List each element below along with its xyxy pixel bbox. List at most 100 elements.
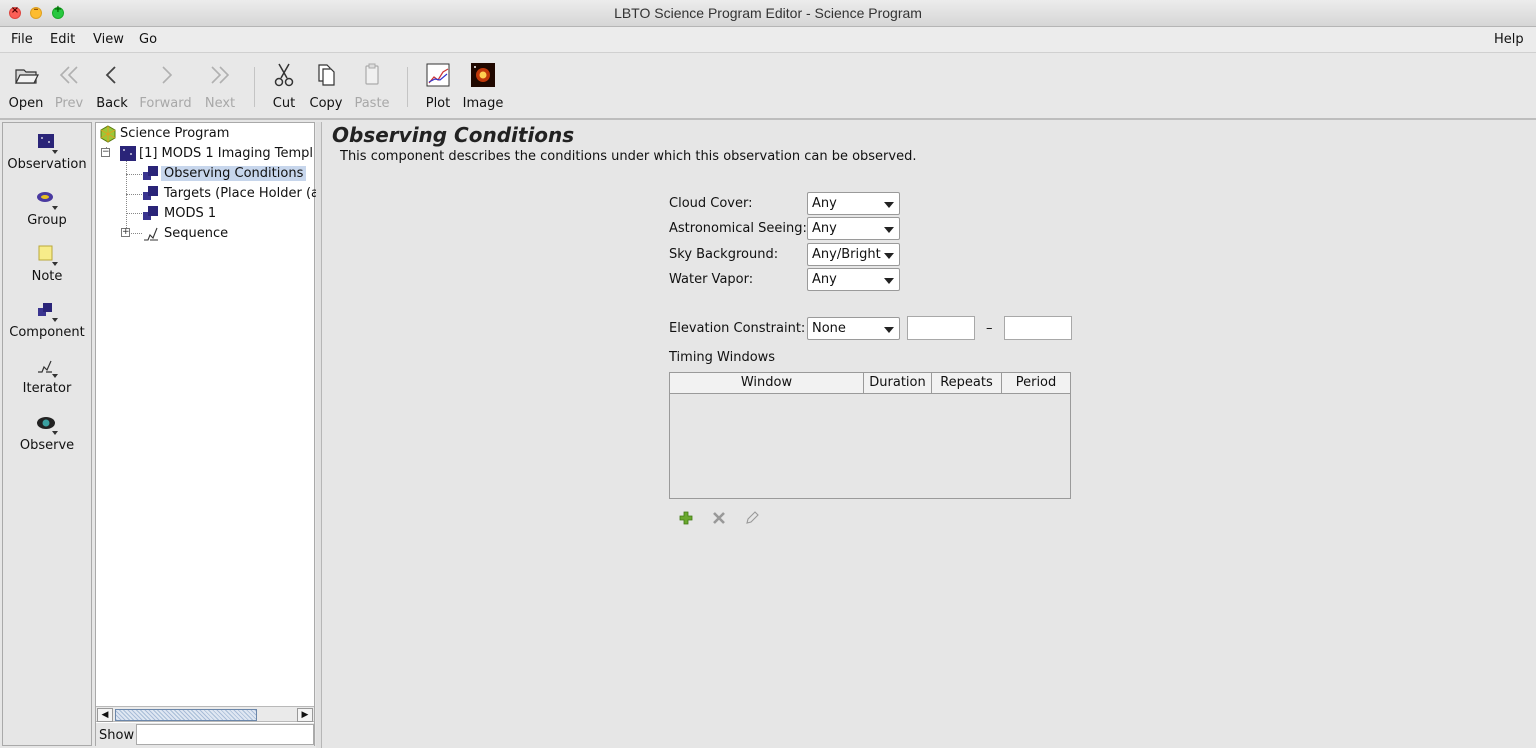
show-label: Show	[99, 728, 135, 743]
dropdown-arrow-icon	[884, 202, 894, 208]
add-plus-icon[interactable]	[678, 510, 694, 526]
dropdown-arrow-icon	[884, 327, 894, 333]
menu-go[interactable]: Go	[139, 32, 157, 47]
column-header-repeats[interactable]: Repeats	[932, 373, 1002, 394]
seeing-select[interactable]: Any	[807, 217, 900, 240]
cloud-cover-select[interactable]: Any	[807, 192, 900, 215]
iterator-label: Iterator	[22, 381, 72, 396]
note-label: Note	[31, 269, 63, 284]
folder-open-icon	[15, 69, 39, 84]
copy-label: Copy	[309, 96, 343, 111]
toolbar-separator	[254, 67, 255, 107]
chevron-right-icon	[161, 66, 172, 84]
plot-chart-icon	[426, 63, 450, 87]
image-button[interactable]: Image	[462, 61, 504, 111]
group-label: Group	[27, 213, 67, 228]
menu-view[interactable]: View	[93, 32, 124, 47]
observation-icon	[120, 146, 136, 161]
toolbar: Open Prev Back Forward Next Cut Copy Pas…	[0, 53, 1536, 120]
column-header-period[interactable]: Period	[1002, 373, 1070, 394]
tree-line	[126, 160, 127, 234]
show-filter-bar: Show	[96, 723, 314, 746]
palette-iterator[interactable]: Iterator	[3, 356, 91, 396]
scroll-right-arrow-icon[interactable]: ▶	[297, 708, 313, 722]
component-palette: Observation Group Note Component Iterato…	[2, 122, 92, 746]
elevation-constraint-label: Elevation Constraint:	[669, 321, 806, 336]
tree-node-observing-conditions[interactable]: Observing Conditions	[142, 165, 312, 183]
tree-label-sequence: Sequence	[164, 226, 229, 241]
back-button[interactable]: Back	[95, 61, 129, 111]
tree-node-sequence[interactable]: Sequence	[142, 225, 312, 243]
observe-label: Observe	[19, 438, 75, 453]
tree-label-targets: Targets (Place Holder (a	[164, 186, 319, 201]
elevation-constraint-value: None	[812, 321, 846, 336]
copy-button[interactable]: Copy	[308, 61, 344, 111]
palette-note[interactable]: Note	[3, 244, 91, 284]
science-program-icon	[100, 125, 116, 143]
open-label: Open	[8, 96, 44, 111]
tree-line	[126, 213, 142, 214]
tree-horizontal-scrollbar[interactable]: ◀ ▶	[96, 706, 314, 722]
forward-label: Forward	[139, 96, 192, 111]
program-tree: Science Program − [1] MODS 1 Imaging Tem…	[95, 122, 319, 746]
scrollbar-thumb[interactable]	[115, 709, 257, 721]
page-description: This component describes the conditions …	[340, 149, 917, 164]
double-chevron-right-icon	[211, 66, 230, 84]
seeing-value: Any	[812, 221, 837, 236]
remove-x-icon[interactable]	[711, 510, 727, 526]
window-title: LBTO Science Program Editor - Science Pr…	[614, 5, 922, 21]
cloud-cover-label: Cloud Cover:	[669, 196, 753, 211]
sky-image-icon	[471, 63, 495, 87]
elevation-min-input[interactable]	[907, 316, 975, 340]
component-icon	[143, 186, 158, 200]
water-vapor-select[interactable]: Any	[807, 268, 900, 291]
tree-node-targets[interactable]: Targets (Place Holder (a	[142, 185, 319, 203]
observation-icon	[38, 134, 58, 154]
tree-node-observation[interactable]: [1] MODS 1 Imaging Templ	[119, 145, 314, 163]
expand-sequence-toggle[interactable]: +	[121, 228, 130, 237]
palette-observation[interactable]: Observation	[3, 132, 91, 172]
title-bar: × – + LBTO Science Program Editor - Scie…	[0, 0, 1536, 27]
cut-button[interactable]: Cut	[270, 61, 298, 111]
prev-button[interactable]: Prev	[52, 61, 86, 111]
tree-label-mods: MODS 1	[164, 206, 217, 221]
palette-group[interactable]: Group	[3, 188, 91, 228]
palette-component[interactable]: Component	[3, 300, 91, 340]
elevation-constraint-select[interactable]: None	[807, 317, 900, 340]
tree-node-mods[interactable]: MODS 1	[142, 205, 312, 223]
sky-background-select[interactable]: Any/Bright	[807, 243, 900, 266]
sky-background-label: Sky Background:	[669, 247, 779, 262]
plot-label: Plot	[425, 96, 451, 111]
component-icon	[143, 166, 158, 180]
cut-label: Cut	[272, 96, 296, 111]
component-icon	[38, 303, 58, 322]
sky-background-value: Any/Bright	[812, 247, 881, 262]
pane-splitter[interactable]	[316, 122, 322, 748]
timing-windows-table[interactable]: Window Duration Repeats Period	[669, 372, 1071, 499]
menu-bar: File Edit View Go Help	[0, 27, 1536, 53]
water-vapor-label: Water Vapor:	[669, 272, 754, 287]
scroll-left-arrow-icon[interactable]: ◀	[97, 708, 113, 722]
open-button[interactable]: Open	[6, 61, 46, 111]
menu-help[interactable]: Help	[1494, 32, 1524, 47]
clipboard-icon	[365, 63, 379, 85]
column-header-window[interactable]: Window	[670, 373, 864, 394]
component-icon	[143, 206, 158, 220]
plot-button[interactable]: Plot	[424, 61, 452, 111]
paste-button[interactable]: Paste	[353, 61, 391, 111]
column-header-duration[interactable]: Duration	[864, 373, 932, 394]
seeing-label: Astronomical Seeing:	[669, 221, 807, 236]
next-button[interactable]: Next	[202, 61, 238, 111]
tree-line	[126, 194, 142, 195]
forward-button[interactable]: Forward	[139, 61, 192, 111]
menu-file[interactable]: File	[11, 32, 33, 47]
show-filter-input[interactable]	[136, 724, 314, 745]
collapse-observation-toggle[interactable]: −	[101, 148, 110, 157]
palette-observe[interactable]: Observe	[3, 413, 91, 453]
menu-edit[interactable]: Edit	[50, 32, 75, 47]
elevation-max-input[interactable]	[1004, 316, 1072, 340]
iterator-icon	[38, 360, 58, 378]
tree-node-science-program[interactable]: Science Program	[99, 125, 309, 143]
edit-pencil-icon[interactable]	[744, 510, 760, 526]
next-label: Next	[204, 96, 236, 111]
